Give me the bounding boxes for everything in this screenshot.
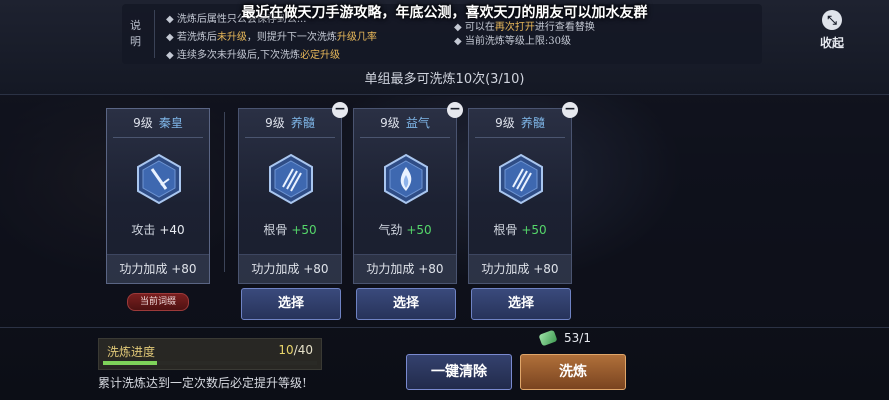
refine-hint: 累计洗炼达到一定次数后必定提升等级! [98, 376, 307, 390]
note-line-3: ◆ 连续多次未升级后,下次洗炼必定升级 [166, 50, 341, 61]
remove-option-3-button[interactable]: − [562, 102, 578, 118]
card-bonus: 功力加成 +80 [354, 254, 456, 283]
progress-total: /40 [293, 343, 313, 357]
sword-emblem-icon [137, 153, 181, 205]
clear-all-button[interactable]: 一键清除 [406, 354, 512, 390]
card-header: 9级 秦皇 [107, 109, 209, 137]
card-stat: 根骨 +50 [469, 221, 571, 238]
progress-current: 10 [278, 343, 294, 357]
note-line-3-hl: 必定升级 [300, 50, 341, 61]
progress-fill [103, 361, 157, 365]
note-line-2-hl1: 未升级 [216, 32, 247, 43]
notes-label: 说明 [130, 19, 141, 48]
option-card-3[interactable]: 9级 养髓 根骨 +50 功力加成 +80 [468, 108, 572, 284]
card-header: 9级 益气 [354, 109, 456, 137]
card-affix-name: 养髓 [520, 116, 545, 130]
card-header-line [475, 137, 565, 138]
card-stat: 攻击 +40 [107, 221, 209, 238]
option-card-2[interactable]: 9级 益气 气劲 +50 功力加成 +80 [353, 108, 457, 284]
card-header-line [245, 137, 335, 138]
card-header-line [360, 137, 450, 138]
select-option-3-button[interactable]: 选择 [471, 288, 571, 320]
option-card-1[interactable]: 9级 养髓 根骨 +50 功力加成 +80 [238, 108, 342, 284]
note-line-2-hl2: 升级几率 [336, 32, 377, 43]
card-affix-name: 养髓 [290, 116, 315, 130]
card-level: 9级 [265, 116, 285, 130]
card-header-line [113, 137, 203, 138]
note-line-5-text: 当前洗炼等级上限:30级 [464, 36, 571, 47]
select-option-2-button[interactable]: 选择 [356, 288, 456, 320]
card-bonus: 功力加成 +80 [107, 254, 209, 283]
card-stat: 气劲 +50 [354, 221, 456, 238]
refine-count-title: 单组最多可洗炼10次(3/10) [364, 72, 525, 87]
remove-option-2-button[interactable]: − [447, 102, 463, 118]
card-stat: 根骨 +50 [239, 221, 341, 238]
refine-button[interactable]: 洗炼 [520, 354, 626, 390]
card-header: 9级 养髓 [469, 109, 571, 137]
cards-divider [224, 112, 225, 272]
note-line-2: ◆ 若洗炼后未升级，则提升下一次洗炼升级几率 [166, 32, 377, 43]
card-stat-value: +40 [159, 223, 185, 237]
card-stat-value: +50 [406, 223, 432, 237]
card-affix-name: 益气 [405, 116, 430, 130]
card-affix-name: 秦皇 [158, 116, 183, 130]
card-bonus: 功力加成 +80 [469, 254, 571, 283]
flame-emblem-icon [384, 153, 428, 205]
card-stat-value: +50 [521, 223, 547, 237]
card-stat-name: 根骨 [493, 223, 518, 237]
card-level: 9级 [495, 116, 515, 130]
collapse-label: 收起 [819, 36, 844, 50]
card-bonus: 功力加成 +80 [239, 254, 341, 283]
note-line-3-pre: 连续多次未升级后,下次洗炼 [176, 50, 301, 61]
overlay-caption: 最近在做天刀手游攻略，年底公测，喜欢天刀的朋友可以加水友群 [241, 5, 648, 21]
progress-value: 10/40 [278, 343, 313, 357]
material-count: 53/1 [564, 331, 591, 345]
collapse-button[interactable]: ⤡ 收起 [812, 10, 852, 56]
triple-blade-emblem-icon [499, 153, 543, 205]
collapse-arrows-icon: ⤡ [822, 10, 842, 30]
note-line-5: ◆ 当前洗炼等级上限:30级 [454, 36, 571, 47]
card-level: 9级 [380, 116, 400, 130]
card-level: 9级 [133, 116, 153, 130]
note-line-2-mid: ，则提升下一次洗炼 [246, 32, 337, 43]
card-stat-value: +50 [291, 223, 317, 237]
triple-blade-emblem-icon [269, 153, 313, 205]
current-affix-card: 9级 秦皇 攻击 +40 功力加成 +80 [106, 108, 210, 284]
progress-track [103, 361, 317, 365]
card-stat-name: 根骨 [263, 223, 288, 237]
card-stat-name: 气劲 [378, 223, 403, 237]
select-option-1-button[interactable]: 选择 [241, 288, 341, 320]
card-stat-name: 攻击 [131, 223, 156, 237]
card-header: 9级 养髓 [239, 109, 341, 137]
current-affix-badge: 当前词缀 [127, 293, 189, 311]
note-line-2-pre: 若洗炼后 [176, 32, 217, 43]
refine-progress: 洗炼进度 10/40 [98, 338, 322, 370]
remove-option-1-button[interactable]: − [332, 102, 348, 118]
progress-label: 洗炼进度 [107, 345, 156, 359]
